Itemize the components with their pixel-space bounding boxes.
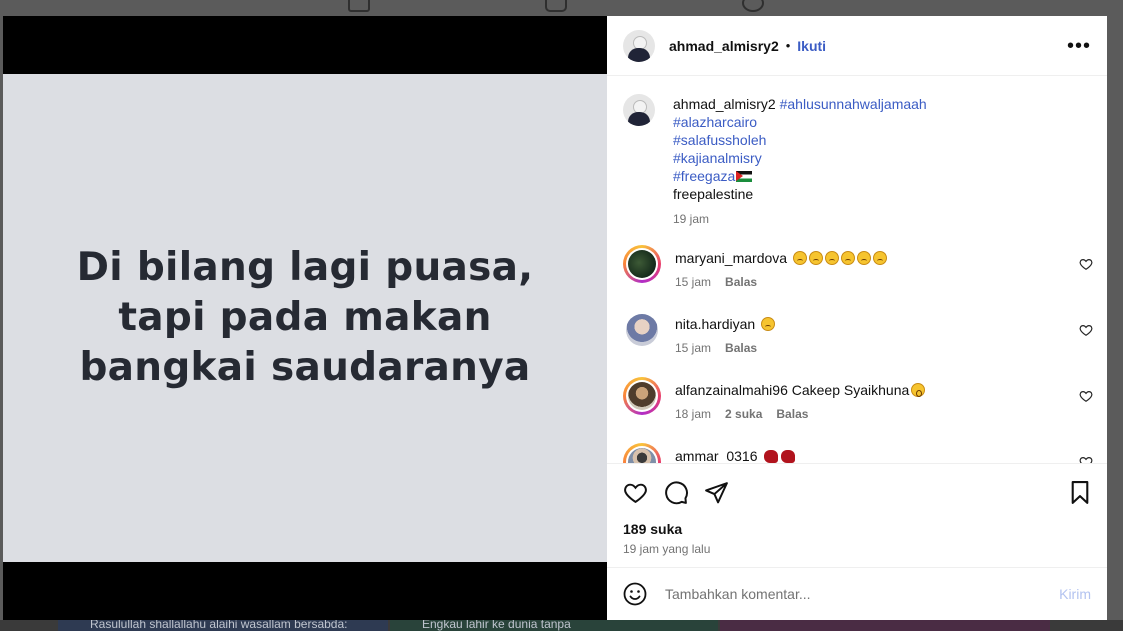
comment-username[interactable]: nita.hardiyan [675,316,755,332]
comment-item: alfanzainalmahi96 Cakeep Syaikhuna 18 ja… [623,377,1093,421]
author-avatar[interactable] [623,29,655,62]
like-count[interactable]: 189 suka [623,521,682,537]
comment-item: maryani_mardova 15 jam Balas [623,245,1093,289]
story-ring[interactable] [623,443,661,463]
commenter-avatar[interactable] [628,382,656,410]
tagged-icon [742,0,764,12]
post-time: 19 jam yang lalu [623,542,711,556]
post-header: ahmad_almisry2 • Ikuti ••• [607,16,1107,76]
comment-like-heart-icon[interactable] [1079,455,1093,463]
hashtag-link[interactable]: #salafussholeh [673,131,1091,149]
story-ring[interactable] [623,377,661,415]
comment-time: 15 jam [675,341,712,355]
post-media[interactable]: Di bilang lagi puasa, tapi pada makan ba… [3,16,607,620]
palestine-flag-icon [736,171,753,182]
share-icon[interactable] [704,480,729,505]
post-image: Di bilang lagi puasa, tapi pada makan ba… [3,74,607,562]
comment-username[interactable]: alfanzainalmahi96 [675,382,788,398]
background-tile: Engkau lahir ke dunia tanpa [390,617,718,631]
comment-username[interactable]: maryani_mardova [675,250,787,266]
commenter-avatar[interactable] [628,250,656,278]
reply-button[interactable]: Balas [776,407,808,421]
reels-icon [545,0,567,12]
sad-emoji-icon [791,250,887,266]
surprised-emoji-icon [911,383,926,397]
post-side-panel: ahmad_almisry2 • Ikuti ••• ahmad_almisry… [607,16,1107,620]
comment-likes[interactable]: 2 suka [725,407,762,421]
comment-username[interactable]: ammar_0316 [675,448,758,463]
heart-icon[interactable] [623,480,648,505]
background-tile [720,620,1050,631]
grid-icon [348,0,370,12]
sad-emoji-icon [759,316,776,332]
boxing-glove-icon [761,448,796,463]
post-image-text: Di bilang lagi puasa, tapi pada makan ba… [76,245,534,390]
commenter-avatar[interactable] [626,314,658,346]
add-comment-bar: Kirim [607,567,1107,620]
comment-like-heart-icon[interactable] [1079,389,1093,403]
caption-text: freepalestine [673,186,754,202]
comment-item: nita.hardiyan 15 jam Balas [623,311,1093,355]
background-tile: Rasulullah shallallahu alaihi wasallam b… [58,617,388,631]
hashtag-link[interactable]: #ahlusunnahwaljamaah [780,96,927,112]
comments-list[interactable]: ahmad_almisry2 #ahlusunnahwaljamaah #ala… [607,77,1107,463]
emoji-icon[interactable] [623,582,647,606]
background-grid: Rasulullah shallallahu alaihi wasallam b… [0,617,1123,631]
caption-time: 19 jam [673,212,710,226]
post-actions: 189 suka 19 jam yang lalu [607,463,1107,567]
separator-dot: • [785,38,791,53]
post-modal: Di bilang lagi puasa, tapi pada makan ba… [3,16,1107,620]
caption: ahmad_almisry2 #ahlusunnahwaljamaah #ala… [607,77,1107,228]
comment-like-heart-icon[interactable] [1079,323,1093,337]
hashtag-link[interactable]: #alazharcairo [673,113,1091,131]
comment-item: ammar_0316 [623,443,1093,463]
hashtag-link[interactable]: #freegaza [673,168,735,184]
comment-input[interactable] [663,585,1060,603]
post-comment-button[interactable]: Kirim [1059,586,1091,602]
background-nav-icons [0,0,1123,16]
comment-like-heart-icon[interactable] [1079,257,1093,271]
hashtag-link[interactable]: #kajianalmisry [673,149,1091,167]
author-avatar[interactable] [623,94,655,126]
comment-time: 15 jam [675,275,712,289]
comment-time: 18 jam [675,407,712,421]
caption-username[interactable]: ahmad_almisry2 [673,96,776,112]
reply-button[interactable]: Balas [725,341,757,355]
author-username[interactable]: ahmad_almisry2 [669,38,779,54]
comment-text: Cakeep Syaikhuna [791,382,910,398]
more-options-icon[interactable]: ••• [1067,36,1091,56]
bookmark-icon[interactable] [1069,480,1091,505]
reply-button[interactable]: Balas [725,275,757,289]
comment-icon[interactable] [664,480,689,505]
follow-button[interactable]: Ikuti [797,38,826,54]
story-ring[interactable] [623,245,661,283]
